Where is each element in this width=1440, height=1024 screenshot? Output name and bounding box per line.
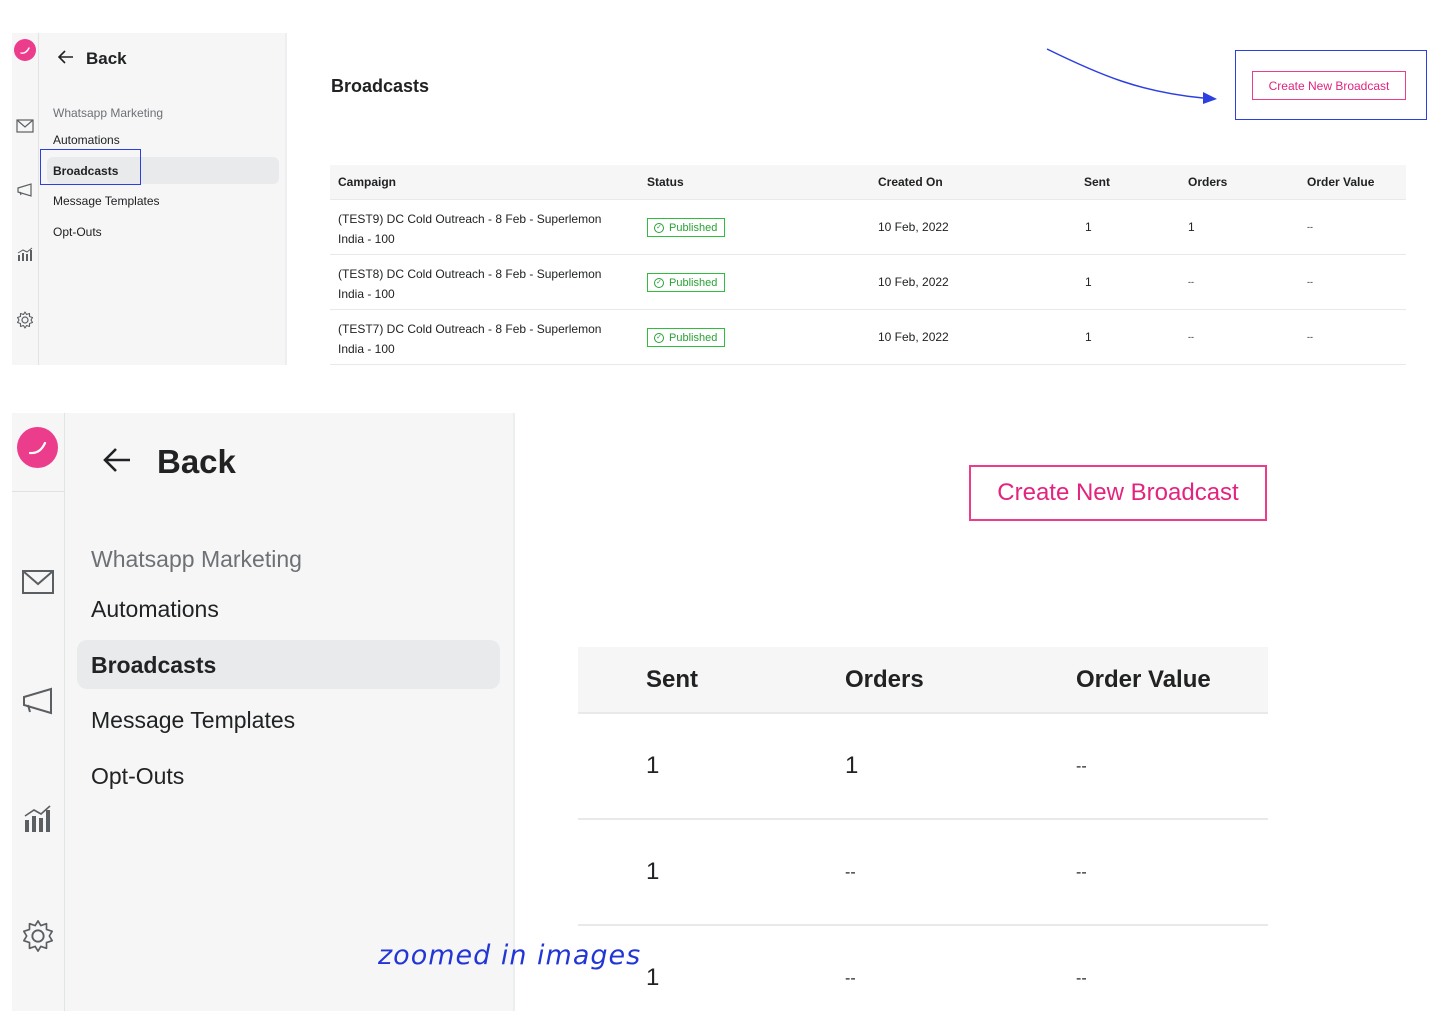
sent-count: 1: [646, 964, 660, 991]
rail-divider: [12, 491, 65, 492]
page-title: Broadcasts: [331, 76, 430, 96]
back-button[interactable]: Back: [57, 49, 127, 69]
analytics-icon[interactable]: [21, 803, 55, 833]
annotation-caption: zoomed in images: [378, 940, 642, 971]
sidebar-item-automations[interactable]: Automations: [53, 133, 120, 147]
megaphone-icon[interactable]: [20, 685, 56, 717]
zoomed-table: Sent Orders Order Value 1 1 -- 1 -- -- 1…: [578, 647, 1268, 1006]
order-value: --: [1307, 332, 1313, 342]
table-row[interactable]: (TEST8) DC Cold Outreach - 8 Feb - Super…: [330, 255, 1406, 310]
campaign-name[interactable]: (TEST9) DC Cold Outreach - 8 Feb - Super…: [338, 210, 623, 249]
check-circle-icon: ✓: [654, 222, 664, 233]
table-header: Sent Orders Order Value: [578, 647, 1268, 714]
orders-count: 1: [1188, 220, 1195, 234]
order-value: --: [1076, 864, 1087, 881]
mail-icon[interactable]: [20, 567, 56, 597]
sidebar-item-opt-outs[interactable]: Opt-Outs: [91, 763, 184, 790]
status-badge: ✓ Published: [647, 273, 726, 292]
broadcasts-table: Campaign Status Created On Sent Orders O…: [330, 165, 1406, 365]
gear-icon[interactable]: [14, 310, 36, 330]
orders-count: --: [845, 864, 856, 881]
zoomed-icon-rail: [12, 413, 65, 1011]
table-row[interactable]: 1 -- --: [578, 820, 1268, 926]
back-label: Back: [86, 49, 127, 68]
sidebar-item-opt-outs[interactable]: Opt-Outs: [53, 225, 102, 239]
orders-count: --: [845, 970, 856, 987]
status-badge: ✓ Published: [647, 328, 726, 347]
orders-count: 1: [845, 752, 859, 779]
sidebar-item-message-templates[interactable]: Message Templates: [91, 707, 295, 734]
zoomed-side-navigation: Back Whatsapp Marketing Automations Broa…: [65, 413, 515, 1011]
order-value: --: [1307, 277, 1313, 287]
column-header-sent[interactable]: Sent: [1084, 175, 1110, 189]
column-header-status[interactable]: Status: [647, 175, 684, 189]
back-label: Back: [157, 443, 236, 480]
highlight-box-broadcasts: [40, 149, 141, 185]
column-header-campaign[interactable]: Campaign: [338, 175, 396, 189]
column-header-order-value[interactable]: Order Value: [1307, 175, 1374, 189]
table-row[interactable]: 1 1 --: [578, 714, 1268, 820]
order-value: --: [1076, 970, 1087, 987]
order-value: --: [1307, 222, 1313, 232]
orders-count: --: [1188, 332, 1194, 342]
create-broadcast-button[interactable]: Create New Broadcast: [969, 465, 1267, 521]
table-row[interactable]: (TEST7) DC Cold Outreach - 8 Feb - Super…: [330, 310, 1406, 365]
column-header-order-value[interactable]: Order Value: [1076, 666, 1211, 694]
column-header-orders[interactable]: Orders: [845, 666, 924, 694]
side-navigation: Back Whatsapp Marketing Automations Broa…: [39, 33, 287, 365]
table-header: Campaign Status Created On Sent Orders O…: [330, 165, 1406, 200]
icon-rail: [12, 33, 39, 365]
nav-section-label: Whatsapp Marketing: [91, 546, 302, 572]
create-broadcast-button[interactable]: Create New Broadcast: [1252, 71, 1406, 100]
order-value: --: [1076, 758, 1087, 775]
brand-logo[interactable]: [14, 39, 36, 61]
column-header-orders[interactable]: Orders: [1188, 175, 1227, 189]
gear-icon[interactable]: [20, 918, 56, 954]
created-on: 10 Feb, 2022: [878, 330, 949, 344]
sent-count: 1: [646, 752, 660, 779]
arrow-left-icon: [57, 49, 74, 69]
nav-section-label: Whatsapp Marketing: [53, 106, 164, 120]
check-circle-icon: ✓: [654, 332, 664, 343]
table-row[interactable]: (TEST9) DC Cold Outreach - 8 Feb - Super…: [330, 200, 1406, 255]
status-label: Published: [669, 221, 718, 234]
sidebar-item-automations[interactable]: Automations: [91, 596, 219, 623]
sent-count: 1: [1085, 220, 1092, 234]
sent-count: 1: [646, 858, 660, 885]
created-on: 10 Feb, 2022: [878, 275, 949, 289]
column-header-created-on[interactable]: Created On: [878, 175, 943, 189]
annotation-arrow: [1046, 48, 1217, 104]
mail-icon[interactable]: [15, 117, 35, 135]
brand-logo[interactable]: [17, 427, 58, 468]
analytics-icon[interactable]: [15, 245, 35, 263]
status-badge: ✓ Published: [647, 218, 726, 237]
orders-count: --: [1188, 277, 1194, 287]
status-label: Published: [669, 331, 718, 344]
sent-count: 1: [1085, 330, 1092, 344]
status-label: Published: [669, 276, 718, 289]
column-header-sent[interactable]: Sent: [646, 666, 698, 694]
megaphone-icon[interactable]: [15, 181, 35, 199]
sidebar-item-broadcasts[interactable]: Broadcasts: [91, 652, 216, 679]
check-circle-icon: ✓: [654, 277, 664, 288]
table-row[interactable]: 1 -- --: [578, 926, 1268, 1006]
campaign-name[interactable]: (TEST8) DC Cold Outreach - 8 Feb - Super…: [338, 265, 623, 304]
back-button[interactable]: Back: [103, 443, 236, 481]
sidebar-item-message-templates[interactable]: Message Templates: [53, 194, 160, 208]
sent-count: 1: [1085, 275, 1092, 289]
campaign-name[interactable]: (TEST7) DC Cold Outreach - 8 Feb - Super…: [338, 320, 623, 359]
created-on: 10 Feb, 2022: [878, 220, 949, 234]
arrow-left-icon: [103, 443, 131, 481]
